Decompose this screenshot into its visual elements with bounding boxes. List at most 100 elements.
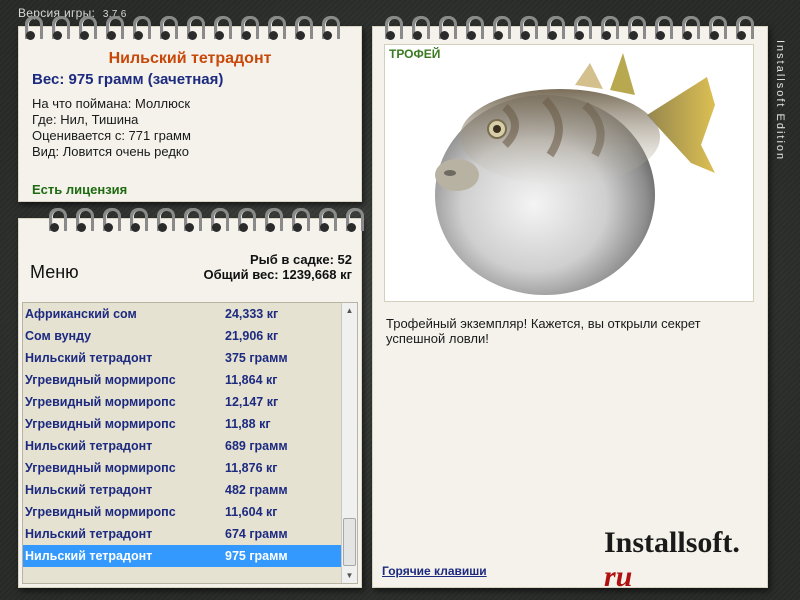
list-item[interactable]: Угревидный мормиропс 11,876 кг (23, 457, 341, 479)
spiral-ring (42, 206, 69, 232)
edition-watermark: Installsoft Edition (774, 40, 786, 162)
spiral-ring (675, 14, 702, 40)
spiral-ring (285, 206, 312, 232)
scroll-thumb[interactable] (343, 518, 356, 566)
fish-weight: Вес: 975 грамм (зачетная) (32, 71, 224, 88)
list-item-weight: 482 грамм (225, 483, 288, 497)
scroll-up-button[interactable]: ▲ (342, 303, 357, 318)
spiral-ring (315, 14, 342, 40)
spiral-ring (177, 206, 204, 232)
spiral-ring (339, 206, 366, 232)
list-scrollbar[interactable]: ▲ ▼ (341, 303, 357, 583)
menu-button[interactable]: Меню (30, 262, 79, 283)
list-item-weight: 11,604 кг (225, 505, 278, 519)
list-item[interactable]: Нильский тетрадонт 689 грамм (23, 435, 341, 457)
list-item-weight: 674 грамм (225, 527, 288, 541)
logo-main: Installsoft. (604, 526, 740, 559)
bait-info: На что поймана: Моллюск (32, 96, 191, 111)
spiral-ring (72, 14, 99, 40)
spiral-ring (594, 14, 621, 40)
cage-stats: Рыб в садке: 52 Общий вес: 1239,668 кг (203, 252, 352, 282)
list-item-weight: 689 грамм (225, 439, 288, 453)
list-item-name: Нильский тетрадонт (25, 439, 153, 453)
list-item-weight: 11,88 кг (225, 417, 271, 431)
list-item-name: Нильский тетрадонт (25, 527, 153, 541)
list-item[interactable]: Угревидный мормиропс 11,604 кг (23, 501, 341, 523)
spiral-ring (69, 206, 96, 232)
spiral-ring (378, 14, 405, 40)
spiral-ring (45, 14, 72, 40)
list-item-name: Сом вунду (25, 329, 92, 343)
spiral-ring (567, 14, 594, 40)
spiral-ring (648, 14, 675, 40)
list-item[interactable]: Африканский сом 24,333 кг (23, 303, 341, 325)
pufferfish-image (435, 53, 715, 295)
list-item-name: Угревидный мормиропс (25, 417, 176, 431)
list-item-name: Угревидный мормиропс (25, 461, 176, 475)
spiral-ring (540, 14, 567, 40)
list-item[interactable]: Нильский тетрадонт 482 грамм (23, 479, 341, 501)
spiral-ring (123, 206, 150, 232)
trophy-tag: ТРОФЕЙ (389, 47, 441, 61)
license-status: Есть лицензия (32, 182, 128, 197)
catch-list-rows: Африканский сом 24,333 кг Сом вунду 21,906 … (23, 303, 341, 567)
spiral-ring (261, 14, 288, 40)
spiral-ring (126, 14, 153, 40)
spiral-ring (99, 14, 126, 40)
list-item-name: Нильский тетрадонт (25, 483, 153, 497)
spiral-ring (513, 14, 540, 40)
list-item[interactable]: Нильский тетрадонт 375 грамм (23, 347, 341, 369)
spiral-binding (18, 14, 342, 40)
spiral-ring (18, 14, 45, 40)
spiral-ring (621, 14, 648, 40)
list-item-weight: 21,906 кг (225, 329, 279, 343)
fish-photo: ТРОФЕЙ (384, 44, 754, 302)
spiral-ring (207, 14, 234, 40)
min-weight-info: Оценивается с: 771 грамм (32, 128, 191, 143)
list-item-name: Нильский тетрадонт (25, 351, 153, 365)
catch-list-card: Меню Рыб в садке: 52 Общий вес: 1239,668… (18, 208, 364, 588)
list-item-name: Угревидный мормиропс (25, 395, 176, 409)
spiral-ring (459, 14, 486, 40)
total-weight: Общий вес: 1239,668 кг (203, 267, 352, 282)
list-item[interactable]: Угревидный мормиропс 11,88 кг (23, 413, 341, 435)
spiral-binding (378, 14, 756, 40)
catch-info-card: Нильский тетрадонт Вес: 975 грамм (зачет… (18, 16, 362, 202)
list-item-name: Угревидный мормиропс (25, 373, 176, 387)
list-item-name: Африканский сом (25, 307, 137, 321)
spiral-ring (258, 206, 285, 232)
spiral-ring (405, 14, 432, 40)
logo-ru: ru (604, 560, 633, 593)
spiral-ring (312, 206, 339, 232)
list-item-name: Нильский тетрадонт (25, 549, 153, 563)
fish-count: Рыб в садке: 52 (249, 252, 352, 267)
spiral-ring (153, 14, 180, 40)
spiral-binding (42, 206, 366, 232)
list-item-weight: 11,876 кг (225, 461, 278, 475)
spiral-ring (486, 14, 513, 40)
list-item[interactable]: Угревидный мормиропс 12,147 кг (23, 391, 341, 413)
list-item[interactable]: Сом вунду 21,906 кг (23, 325, 341, 347)
spiral-ring (231, 206, 258, 232)
spiral-ring (96, 206, 123, 232)
list-item-weight: 11,864 кг (225, 373, 278, 387)
list-item[interactable]: Нильский тетрадонт 674 грамм (23, 523, 341, 545)
catch-list[interactable]: Африканский сом 24,333 кг Сом вунду 21,906 … (22, 302, 358, 584)
spiral-ring (288, 14, 315, 40)
trophy-card: ТРОФЕЙ Трофейный экземпляр! Кажется, вы … (372, 16, 768, 593)
list-item-weight: 375 грамм (225, 351, 288, 365)
list-item-name: Угревидный мормиропс (25, 505, 176, 519)
location-info: Где: Нил, Тишина (32, 112, 139, 127)
list-item[interactable]: Угревидный мормиропс 11,864 кг (23, 369, 341, 391)
fish-title: Нильский тетрадонт (108, 50, 272, 67)
installsoft-logo: Installsoft. ru (604, 526, 768, 594)
list-item-weight: 24,333 кг (225, 307, 279, 321)
rarity-info: Вид: Ловится очень редко (32, 144, 189, 159)
hotkeys-link[interactable]: Горячие клавиши (382, 564, 487, 578)
spiral-ring (204, 206, 231, 232)
list-item-weight: 975 грамм (225, 549, 288, 563)
list-item[interactable]: Нильский тетрадонт 975 грамм (23, 545, 341, 567)
spiral-ring (180, 14, 207, 40)
spiral-ring (150, 206, 177, 232)
scroll-down-button[interactable]: ▼ (342, 568, 357, 583)
